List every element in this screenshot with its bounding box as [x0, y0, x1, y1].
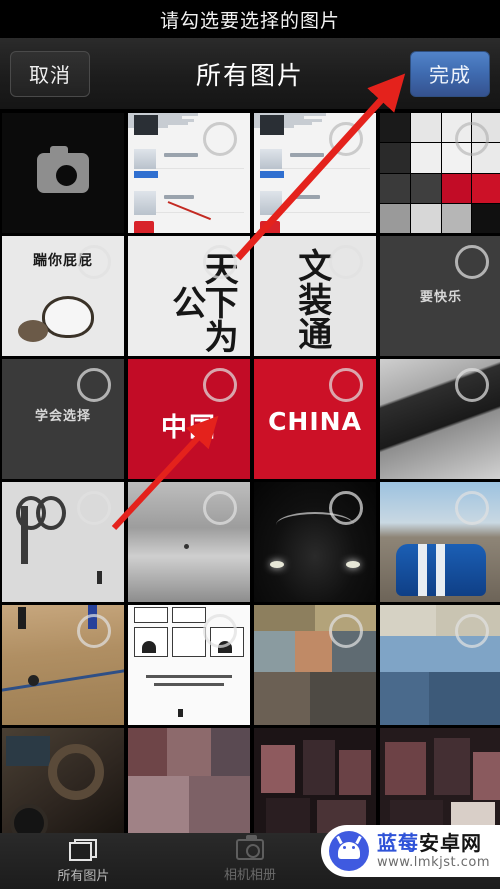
grid-item[interactable]: 踹你屁屁 — [2, 236, 124, 356]
thumbnail-caption: 要快乐 — [419, 290, 462, 305]
thumbnail-caption: 学会选择 — [34, 409, 91, 424]
selection-ring[interactable] — [455, 122, 489, 156]
grid-item[interactable] — [128, 482, 250, 602]
grid-item[interactable] — [254, 482, 376, 602]
grid-item[interactable] — [2, 605, 124, 725]
grid-item[interactable]: 要快乐 — [380, 236, 500, 356]
grid-item[interactable] — [380, 728, 500, 833]
done-button[interactable]: 完成 — [410, 50, 490, 97]
grid-item[interactable] — [128, 605, 250, 725]
thumbnail-caption: 文装通 — [291, 248, 332, 350]
watermark-text: 蓝莓安卓网 www.lmkjst.com — [377, 833, 490, 869]
thumbnail-image — [254, 728, 376, 833]
selection-ring[interactable] — [329, 614, 363, 648]
selection-ring[interactable] — [455, 245, 489, 279]
stack-icon — [69, 838, 98, 861]
thumbnail-caption: 中国 — [160, 413, 217, 443]
grid-item[interactable]: 中国 — [128, 359, 250, 479]
site-watermark: 蓝莓安卓网 www.lmkjst.com — [320, 825, 500, 877]
grid-item[interactable]: 文装通 — [254, 236, 376, 356]
grid-item[interactable] — [128, 113, 250, 233]
selection-ring[interactable] — [203, 614, 237, 648]
selection-ring[interactable] — [77, 614, 111, 648]
selection-ring[interactable] — [329, 245, 363, 279]
selection-ring[interactable] — [455, 614, 489, 648]
grid-item[interactable] — [2, 728, 124, 833]
grid-item[interactable] — [128, 728, 250, 833]
selection-ring[interactable] — [203, 122, 237, 156]
selection-ring[interactable] — [455, 368, 489, 402]
grid-item[interactable] — [254, 113, 376, 233]
cartoon-shape-2 — [18, 320, 48, 342]
cartoon-shape — [42, 296, 94, 338]
grid-item[interactable] — [380, 113, 500, 233]
watermark-name-blue: 蓝莓 — [376, 831, 419, 855]
android-logo-icon — [328, 831, 369, 871]
grid-item[interactable] — [380, 482, 500, 602]
thumbnail-image — [380, 728, 500, 833]
watermark-url: www.lmkjst.com — [376, 855, 490, 870]
tab-label: 所有图片 — [57, 868, 110, 884]
grid-item[interactable]: 天下为公 — [128, 236, 250, 356]
grid-item[interactable]: CHINA — [254, 359, 376, 479]
selection-ring[interactable] — [329, 122, 363, 156]
selection-ring[interactable] — [455, 491, 489, 525]
grid-item[interactable] — [380, 605, 500, 725]
selection-ring[interactable] — [77, 491, 111, 525]
thumbnail-image — [128, 728, 250, 833]
selection-ring[interactable] — [329, 491, 363, 525]
camera-icon — [236, 835, 264, 860]
selection-ring[interactable] — [203, 491, 237, 525]
selection-ring[interactable] — [203, 368, 237, 402]
grid-item[interactable] — [254, 605, 376, 725]
selection-ring[interactable] — [329, 368, 363, 402]
grid-item[interactable]: 学会选择 — [2, 359, 124, 479]
camera-icon — [37, 146, 89, 193]
tab-camera-album[interactable]: 相机相册 — [167, 833, 334, 889]
tab-all-pictures[interactable]: 所有图片 — [0, 833, 167, 889]
caption-bar: 请勾选要选择的图片 — [0, 0, 500, 38]
watermark-name-black: 安卓网 — [418, 831, 482, 855]
grid-item[interactable] — [2, 482, 124, 602]
action-bar: 取消 所有图片 完成 — [0, 38, 500, 110]
photo-grid[interactable]: 踹你屁屁 天下为公 文装通 要快乐 学会选择 中国 CHINA — [0, 110, 500, 833]
grid-item[interactable] — [380, 359, 500, 479]
caption-text: 请勾选要选择的图片 — [159, 9, 340, 32]
selection-ring[interactable] — [77, 368, 111, 402]
selection-ring[interactable] — [77, 245, 111, 279]
thumbnail-caption: CHINA — [268, 407, 362, 436]
thumbnail-image — [2, 728, 124, 833]
selection-ring[interactable] — [203, 245, 237, 279]
camera-capture-cell[interactable] — [2, 113, 124, 233]
cancel-button[interactable]: 取消 — [10, 50, 90, 97]
grid-item[interactable] — [254, 728, 376, 833]
tab-label: 相机相册 — [224, 868, 277, 883]
